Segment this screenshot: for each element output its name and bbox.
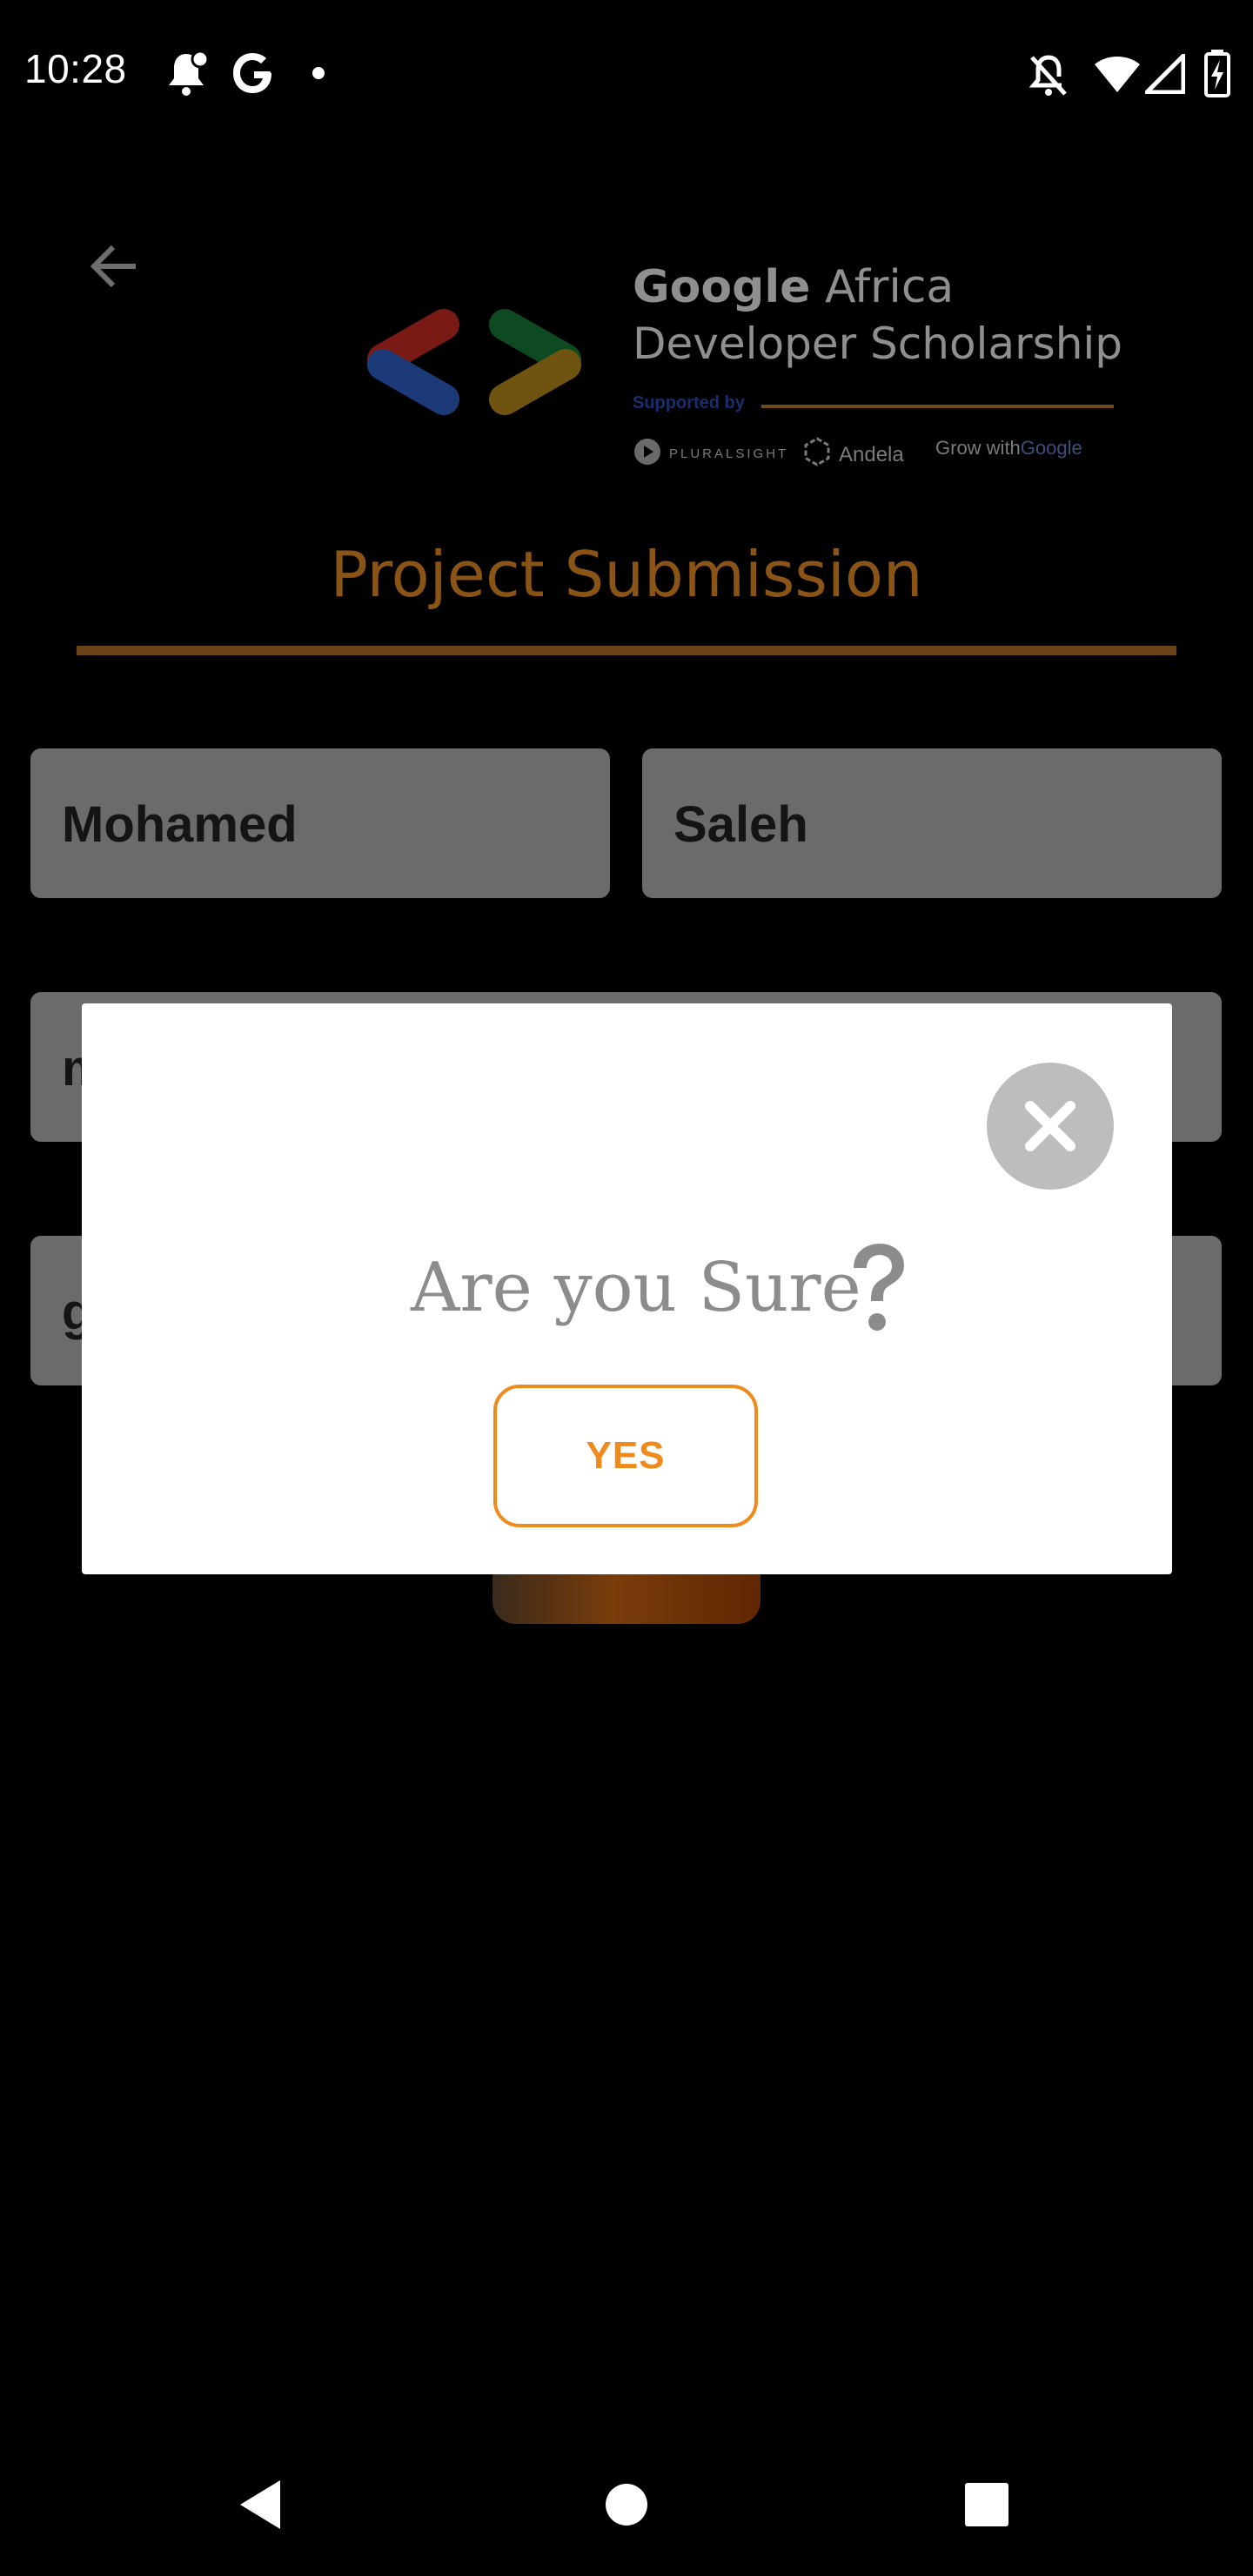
status-bar: 10:28 (0, 0, 1253, 148)
dot-icon (312, 66, 325, 80)
andela-logo: Andela (802, 437, 904, 473)
first-name-value: Mohamed (62, 796, 298, 853)
arrow-left-icon[interactable] (84, 235, 146, 298)
supported-by-label: Supported by (633, 393, 745, 413)
screen: 10:28 Google Africa Developer Scholarshi… (0, 0, 1253, 2576)
recents-square-icon[interactable] (964, 2482, 1009, 2527)
grow-with-google-logo: Grow with Google (935, 437, 1082, 459)
partners-row: PLURALSIGHT Andela Grow with Google (633, 437, 1120, 472)
logo-title: Google Africa (633, 261, 955, 313)
gdg-chevrons-icon (361, 300, 587, 422)
logo-subtitle: Developer Scholarship (633, 319, 1123, 369)
cell-signal-icon (1145, 54, 1185, 94)
notification-bell-icon (162, 49, 211, 97)
navigation-bar (0, 2411, 1253, 2576)
notifications-off-icon (1027, 52, 1070, 99)
google-g-icon (231, 49, 275, 97)
question-mark-icon (843, 1238, 913, 1343)
close-button[interactable] (987, 1063, 1114, 1190)
dialog-message: Are you Sure (411, 1249, 861, 1327)
close-icon (1025, 1101, 1075, 1151)
first-name-field[interactable]: Mohamed (30, 748, 610, 898)
gads-logo: Google Africa Developer Scholarship Supp… (361, 261, 1122, 470)
title-underline (77, 646, 1176, 655)
yes-button[interactable]: YES (493, 1385, 758, 1527)
supported-by-row: Supported by (633, 393, 1114, 419)
andela-icon (802, 437, 832, 473)
pluralsight-icon (633, 437, 662, 470)
wifi-icon (1093, 54, 1142, 94)
last-name-value: Saleh (673, 796, 808, 853)
confirm-dialog: Are you Sure YES (82, 1003, 1172, 1574)
back-triangle-icon[interactable] (235, 2477, 287, 2532)
status-time: 10:28 (24, 46, 127, 91)
battery-charging-icon (1203, 49, 1231, 97)
supported-by-divider (761, 405, 1114, 408)
home-circle-icon[interactable] (604, 2482, 649, 2527)
pluralsight-logo: PLURALSIGHT (633, 437, 788, 470)
last-name-field[interactable]: Saleh (642, 748, 1222, 898)
page-title: Project Submission (330, 538, 923, 611)
